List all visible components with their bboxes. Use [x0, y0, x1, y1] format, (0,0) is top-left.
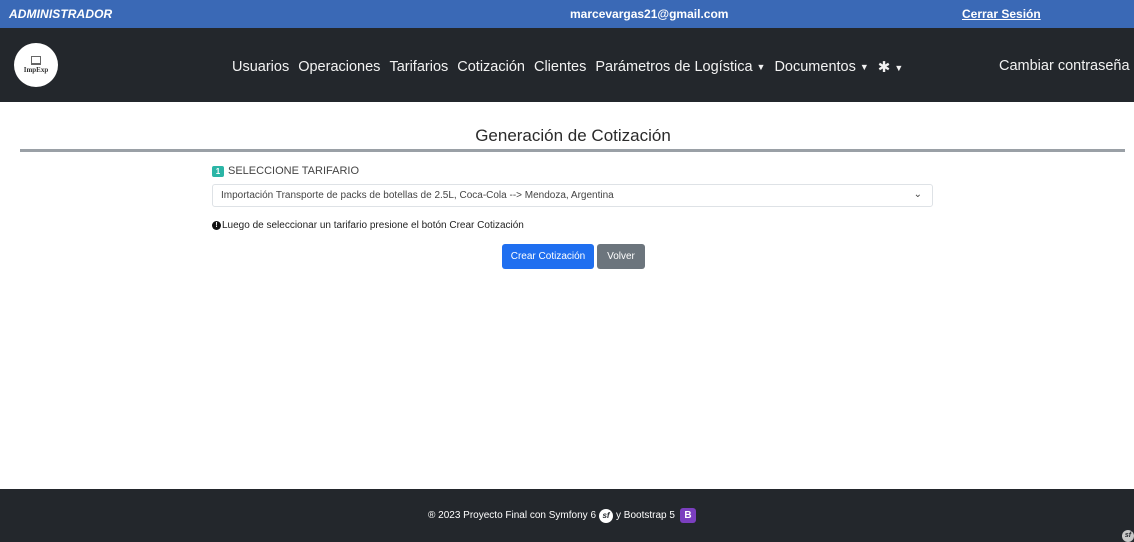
tarifario-select[interactable]: Importación Transporte de packs de botel…: [212, 184, 933, 207]
footer-text-end: y Bootstrap 5: [616, 510, 675, 521]
footer: ® 2023 Proyecto Final con Symfony 6 sf y…: [0, 489, 1134, 542]
nav-item-parametros-label: Parámetros de Logística: [595, 59, 753, 75]
nav-item-tarifarios[interactable]: Tarifarios: [389, 59, 448, 75]
caret-down-icon: ▼: [859, 62, 869, 72]
app-logo[interactable]: ImpExp: [14, 43, 58, 87]
step-number-badge: 1: [212, 165, 224, 177]
nav-menu: Usuarios Operaciones Tarifarios Cotizaci…: [232, 58, 912, 76]
caret-down-icon: ▼: [756, 62, 766, 72]
title-divider: [20, 149, 1125, 152]
symfony-toolbar-icon[interactable]: sf: [1122, 530, 1134, 542]
create-quote-button[interactable]: Crear Cotización: [502, 244, 594, 269]
user-role: ADMINISTRADOR: [9, 7, 113, 21]
tarifario-select-value: Importación Transporte de packs de botel…: [221, 190, 614, 201]
logo-text: ImpExp: [23, 66, 49, 74]
nav-dropdown-settings[interactable]: ✱ ▼: [878, 58, 904, 76]
user-email: marcevargas21@gmail.com: [570, 7, 729, 21]
page-title: Generación de Cotización: [475, 126, 671, 145]
nav-item-usuarios[interactable]: Usuarios: [232, 59, 289, 75]
symfony-logo-icon: sf: [599, 508, 614, 523]
caret-down-icon: ▼: [894, 63, 904, 73]
step-label: 1 SELECCIONE TARIFARIO: [212, 165, 359, 177]
help-hint-text: Luego de seleccionar un tarifario presio…: [222, 220, 524, 231]
nav-item-operaciones[interactable]: Operaciones: [298, 59, 380, 75]
bootstrap-logo-icon: B: [679, 508, 696, 523]
nav-dropdown-parametros[interactable]: Parámetros de Logística ▼: [595, 59, 765, 75]
help-hint: ! Luego de seleccionar un tarifario pres…: [212, 220, 524, 231]
nav-item-cotizacion[interactable]: Cotización: [457, 59, 525, 75]
footer-text: ® 2023 Proyecto Final con Symfony 6 sf y…: [428, 508, 696, 523]
chevron-down-icon: ⌄: [913, 189, 922, 200]
footer-text-start: ® 2023 Proyecto Final con Symfony 6: [428, 510, 597, 521]
logout-link[interactable]: Cerrar Sesión: [962, 7, 1041, 21]
building-icon: [31, 56, 41, 65]
change-password-link[interactable]: Cambiar contraseña: [999, 58, 1130, 74]
step-label-text: SELECCIONE TARIFARIO: [228, 165, 360, 177]
gear-icon: ✱: [877, 59, 891, 76]
nav-item-documentos-label: Documentos: [774, 59, 856, 75]
nav-dropdown-documentos[interactable]: Documentos ▼: [774, 59, 868, 75]
main-navbar: ImpExp Usuarios Operaciones Tarifarios C…: [0, 28, 1134, 102]
top-bar: ADMINISTRADOR marcevargas21@gmail.com Ce…: [0, 0, 1134, 28]
nav-item-clientes[interactable]: Clientes: [534, 59, 586, 75]
back-button[interactable]: Volver: [597, 244, 645, 269]
page: ADMINISTRADOR marcevargas21@gmail.com Ce…: [0, 0, 1134, 542]
info-icon: !: [212, 221, 221, 230]
